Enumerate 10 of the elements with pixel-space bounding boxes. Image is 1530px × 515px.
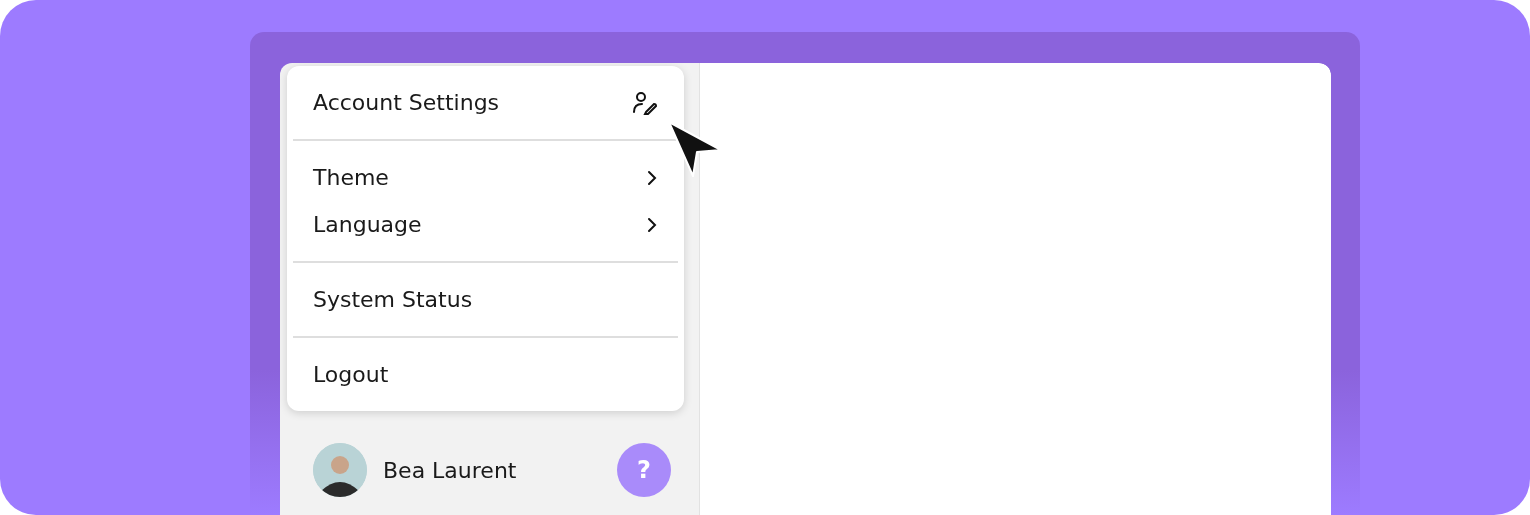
menu-item[interactable]: Theme bbox=[293, 154, 678, 201]
menu-item[interactable]: Language bbox=[293, 201, 678, 248]
user-name: Bea Laurent bbox=[383, 456, 517, 485]
chevron-right-icon bbox=[646, 168, 658, 187]
menu-item[interactable]: Logout bbox=[293, 351, 678, 398]
menu-item[interactable]: System Status bbox=[293, 276, 678, 323]
avatar[interactable] bbox=[313, 443, 367, 497]
user-edit-icon bbox=[632, 89, 658, 116]
menu-item[interactable]: Account Settings bbox=[293, 79, 678, 126]
chevron-right-icon bbox=[646, 215, 658, 234]
